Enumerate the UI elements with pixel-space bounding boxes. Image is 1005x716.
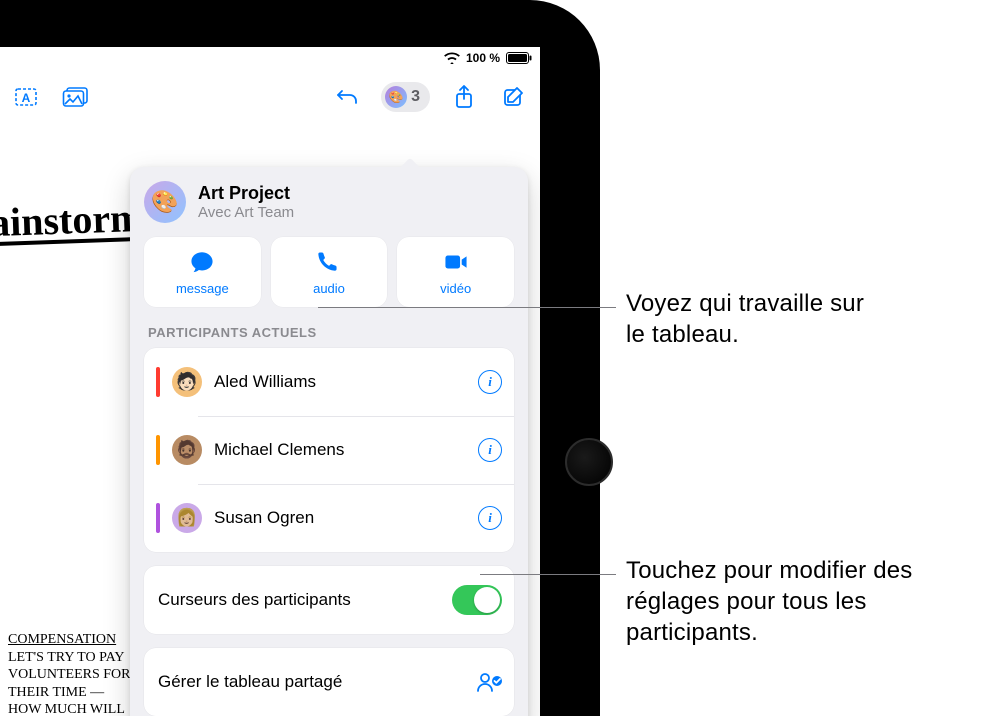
message-button[interactable]: message: [144, 237, 261, 307]
action-label: vidéo: [440, 281, 471, 296]
action-label: message: [176, 281, 229, 296]
presence-color: [156, 503, 160, 533]
cursors-toggle[interactable]: [452, 585, 502, 615]
info-button[interactable]: i: [478, 438, 502, 462]
presence-color: [156, 367, 160, 397]
undo-button[interactable]: [331, 81, 363, 113]
participants-list: 🧑🏻 Aled Williams i 🧔🏽 Michael Clemens i …: [144, 348, 514, 552]
collaboration-icon: [476, 671, 502, 693]
participant-name: Aled Williams: [214, 372, 466, 392]
avatar: 🧑🏻: [172, 367, 202, 397]
cursors-row[interactable]: Curseurs des participants: [144, 566, 514, 634]
callout-leader: [480, 574, 616, 575]
ipad-screen: 100 % A 🎨 3: [0, 47, 540, 716]
avatar: 👩🏼: [172, 503, 202, 533]
battery-percent: 100 %: [466, 51, 500, 65]
popover-title: Art Project: [198, 183, 294, 204]
participant-name: Michael Clemens: [214, 440, 466, 460]
participant-row[interactable]: 🧔🏽 Michael Clemens i: [144, 416, 514, 484]
share-button[interactable]: [448, 81, 480, 113]
callout-leader: [318, 307, 616, 308]
cursors-card: Curseurs des participants: [144, 566, 514, 634]
status-bar: 100 %: [444, 47, 532, 69]
action-label: audio: [313, 281, 345, 296]
callout-participants: Voyez qui travaille sur le tableau.: [626, 288, 886, 350]
info-button[interactable]: i: [478, 506, 502, 530]
avatar: 🧔🏽: [172, 435, 202, 465]
info-button[interactable]: i: [478, 370, 502, 394]
video-button[interactable]: vidéo: [397, 237, 514, 307]
svg-text:A: A: [22, 91, 31, 105]
compose-button[interactable]: [498, 81, 530, 113]
participant-row[interactable]: 🧑🏻 Aled Williams i: [144, 348, 514, 416]
battery-icon: [506, 52, 532, 64]
manage-label: Gérer le tableau partagé: [156, 672, 464, 692]
participants-header: Participants actuels: [148, 325, 510, 340]
cursors-label: Curseurs des participants: [156, 590, 440, 610]
manage-shared-board-row[interactable]: Gérer le tableau partagé: [144, 648, 514, 716]
audio-button[interactable]: audio: [271, 237, 388, 307]
participant-name: Susan Ogren: [214, 508, 466, 528]
presence-color: [156, 435, 160, 465]
text-tool-button[interactable]: A: [10, 81, 42, 113]
wifi-icon: [444, 52, 460, 64]
callout-manage: Touchez pour modifier des réglages pour …: [626, 555, 976, 649]
participant-row[interactable]: 👩🏼 Susan Ogren i: [144, 484, 514, 552]
collab-count: 3: [411, 88, 420, 106]
media-tool-button[interactable]: [60, 81, 92, 113]
app-toolbar: A 🎨 3: [0, 77, 540, 117]
palette-icon: 🎨: [385, 86, 407, 108]
popover-arrow: [398, 159, 422, 171]
collaboration-chip[interactable]: 🎨 3: [381, 82, 430, 112]
popover-subtitle: Avec Art Team: [198, 204, 294, 221]
manage-card: Gérer le tableau partagé: [144, 648, 514, 716]
project-avatar: 🎨: [144, 181, 186, 223]
collaboration-popover: 🎨 Art Project Avec Art Team message audi…: [130, 167, 528, 716]
home-button[interactable]: [565, 438, 613, 486]
background-notes: Compensation Let's try to pay volunteers…: [8, 631, 131, 716]
